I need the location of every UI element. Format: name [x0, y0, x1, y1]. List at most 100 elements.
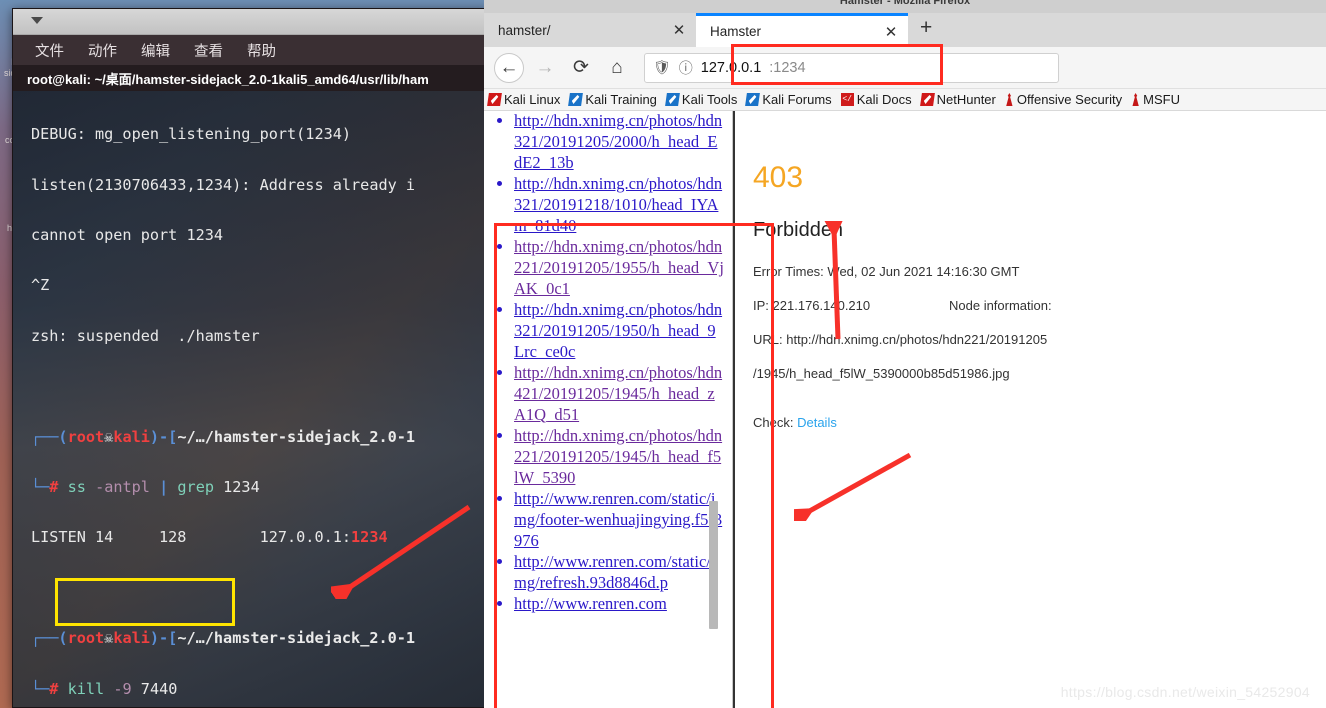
error-page-frame: 403 Forbidden Error Times: Wed, 02 Jun 2…: [735, 111, 1326, 708]
kali-dragon-blue-icon: [745, 93, 761, 106]
bookmark-nethunter[interactable]: NetHunter: [919, 92, 996, 107]
terminal-titlebar[interactable]: [13, 9, 489, 35]
bookmark-label: Kali Linux: [504, 92, 561, 107]
terminal-line: ^Z: [31, 276, 50, 295]
list-item: http://hdn.xnimg.cn/photos/hdn221/201912…: [514, 425, 725, 488]
check-row: Check: Details: [753, 415, 1326, 430]
bookmark-offensive-security[interactable]: Offensive Security: [1005, 92, 1122, 107]
tab-hamster-dir[interactable]: hamster/ ✕: [484, 13, 696, 47]
shield-icon[interactable]: 🛡: [653, 59, 671, 76]
terminal-window[interactable]: 文件 动作 编辑 查看 帮助 root@kali: ~/桌面/hamster-s…: [12, 8, 490, 708]
bookmark-kali-training[interactable]: Kali Training: [568, 92, 657, 107]
node-label: Node information:: [949, 298, 1052, 313]
terminal-command: └─# kill -9 7440: [31, 679, 178, 698]
bookmark-label: Offensive Security: [1016, 92, 1123, 107]
terminal-line: zsh: suspended ./hamster: [31, 326, 260, 345]
firefox-navbar[interactable]: ← → ⟳ ⌂ 🛡 ⓘ 127.0.0.1 :1234: [484, 47, 1326, 89]
close-icon[interactable]: ✕: [670, 21, 688, 39]
bookmark-msfu[interactable]: MSFU: [1131, 92, 1180, 107]
frame-scrollbar[interactable]: [709, 111, 718, 708]
cmd-pid: 7440: [140, 679, 178, 698]
cmd-pipe: |: [159, 478, 169, 497]
error-times-row: Error Times: Wed, 02 Jun 2021 14:16:30 G…: [753, 264, 1326, 279]
window-title: Hamster - Mozilla Firefox: [839, 0, 971, 7]
tab-label: hamster/: [498, 22, 551, 38]
error-code: 403: [753, 161, 804, 194]
captured-link[interactable]: http://hdn.xnimg.cn/photos/hdn321/201912…: [514, 111, 725, 173]
captured-link[interactable]: http://hdn.xnimg.cn/photos/hdn221/201912…: [514, 425, 725, 488]
list-item: http://www.renren.com/static/img/refresh…: [514, 551, 725, 593]
cmd-name: kill: [67, 679, 105, 698]
nethunter-icon: [919, 93, 935, 106]
ip-label: IP:: [753, 298, 769, 313]
skull-icon: ☠: [104, 427, 114, 446]
bookmark-label: Kali Docs: [856, 92, 912, 107]
new-tab-button[interactable]: +: [908, 16, 944, 44]
reload-button[interactable]: ⟳: [566, 53, 596, 83]
error-url-row: URL: http://hdn.xnimg.cn/photos/hdn221/2…: [753, 332, 1326, 347]
list-item: http://hdn.xnimg.cn/photos/hdn421/201912…: [514, 362, 725, 425]
list-item: http://www.renren.com: [514, 593, 725, 614]
captured-link[interactable]: http://hdn.xnimg.cn/photos/hdn321/201912…: [514, 299, 725, 362]
captured-link[interactable]: http://www.renren.com/static/img/refresh…: [514, 551, 725, 593]
terminal-tab[interactable]: root@kali: ~/桌面/hamster-sidejack_2.0-1ka…: [13, 65, 489, 91]
firefox-window[interactable]: Hamster - Mozilla Firefox hamster/ ✕ Ham…: [484, 0, 1326, 708]
terminal-line: listen(2130706433,1234): Address already…: [31, 175, 416, 194]
back-button[interactable]: ←: [494, 52, 524, 83]
captured-link[interactable]: http://hdn.xnimg.cn/photos/hdn221/201912…: [514, 236, 725, 299]
bookmark-kali-forums[interactable]: Kali Forums: [745, 92, 832, 107]
menu-file[interactable]: 文件: [35, 40, 64, 61]
url-bar[interactable]: 🛡 ⓘ 127.0.0.1 :1234: [644, 52, 1059, 83]
terminal-menubar[interactable]: 文件 动作 编辑 查看 帮助: [13, 35, 489, 65]
terminal-prompt: ┌──(root☠kali)-[~/…/hamster-sidejack_2.0…: [31, 629, 416, 648]
captured-link[interactable]: http://hdn.xnimg.cn/photos/hdn421/201912…: [514, 362, 725, 425]
info-icon[interactable]: ⓘ: [679, 58, 693, 78]
url-value-2: /1945/h_head_f5lW_5390000b85d51986.jpg: [753, 366, 1010, 381]
forward-button[interactable]: →: [530, 53, 560, 83]
chevron-down-icon[interactable]: [31, 17, 43, 24]
kali-dragon-blue-icon: [568, 93, 584, 106]
terminal-command: └─# ss -antpl | grep 1234: [31, 478, 260, 497]
home-button[interactable]: ⌂: [602, 53, 632, 83]
cmd-grep: grep: [177, 478, 214, 497]
details-link[interactable]: Details: [797, 415, 837, 430]
tab-hamster[interactable]: Hamster ✕: [696, 13, 908, 47]
check-label: Check:: [753, 415, 794, 430]
captured-link[interactable]: http://www.renren.com: [514, 593, 725, 614]
bookmark-label: Kali Tools: [681, 92, 738, 107]
bookmark-kali-docs[interactable]: Kali Docs: [840, 92, 912, 107]
bookmark-kali-linux[interactable]: Kali Linux: [487, 92, 561, 107]
error-title: Forbidden: [753, 219, 844, 241]
bookmark-label: Kali Forums: [762, 92, 832, 107]
captured-link[interactable]: http://www.renren.com/static/img/footer-…: [514, 488, 725, 551]
prompt-hash: #: [49, 478, 59, 497]
terminal-tab-title: root@kali: ~/桌面/hamster-sidejack_2.0-1ka…: [27, 71, 429, 87]
bookmarks-bar[interactable]: Kali Linux Kali Training Kali Tools Kali…: [484, 89, 1326, 111]
cmd-port: 1234: [223, 478, 260, 497]
firefox-tabstrip[interactable]: hamster/ ✕ Hamster ✕ +: [484, 13, 1326, 47]
prompt-path: ~/…/hamster-sidejack_2.0-1: [177, 427, 416, 446]
cmd-name: ss: [67, 478, 86, 497]
firefox-titlebar: Hamster - Mozilla Firefox: [484, 0, 1326, 13]
bookmark-label: NetHunter: [936, 92, 996, 107]
menu-edit[interactable]: 编辑: [141, 40, 170, 61]
error-times-value: Wed, 02 Jun 2021 14:16:30 GMT: [827, 264, 1020, 279]
listen-port: 1234: [351, 528, 388, 547]
terminal-output[interactable]: DEBUG: mg_open_listening_port(1234) list…: [13, 91, 489, 707]
listen-line: LISTEN 14 128 127.0.0.1:: [31, 528, 352, 547]
close-icon[interactable]: ✕: [882, 23, 900, 41]
list-item: http://hdn.xnimg.cn/photos/hdn221/201912…: [514, 236, 725, 299]
offsec-icon: [1132, 93, 1139, 106]
menu-view[interactable]: 查看: [194, 40, 223, 61]
kali-dragon-red-icon: [487, 93, 502, 106]
prompt-user: root: [67, 427, 105, 446]
url-port: :1234: [769, 59, 806, 76]
bookmark-kali-tools[interactable]: Kali Tools: [665, 92, 738, 107]
captured-link[interactable]: http://hdn.xnimg.cn/photos/hdn321/201912…: [514, 173, 725, 236]
scrollbar-thumb[interactable]: [709, 501, 718, 629]
url-host: 127.0.0.1: [700, 59, 762, 76]
menu-help[interactable]: 帮助: [247, 40, 276, 61]
link-frame[interactable]: /1940/large_IIIcB2b43d http://hdn.xnimg.…: [484, 111, 732, 708]
list-item: http://www.renren.com/static/img/footer-…: [514, 488, 725, 551]
menu-actions[interactable]: 动作: [88, 40, 117, 61]
